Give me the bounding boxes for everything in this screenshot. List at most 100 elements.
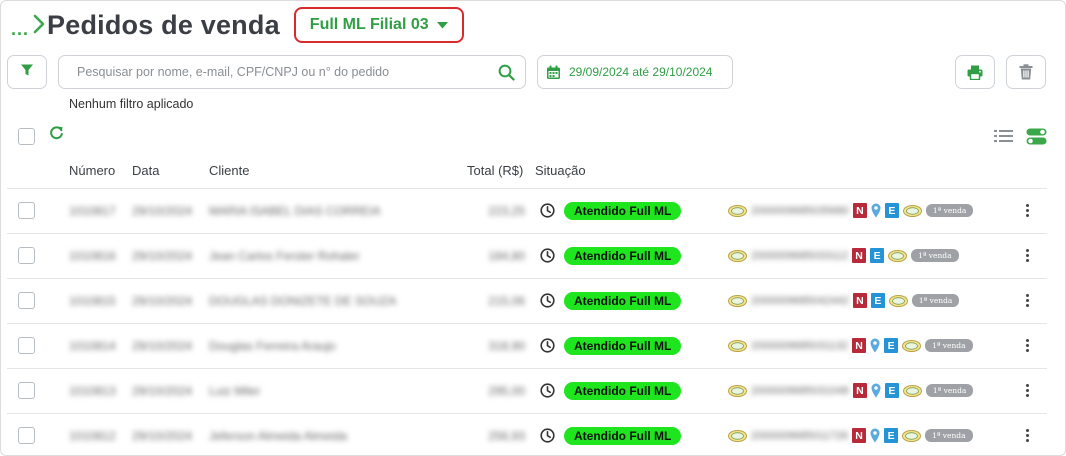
breadcrumb-ellipsis[interactable]: ...: [11, 19, 29, 40]
envio-e-icon[interactable]: E: [884, 383, 899, 398]
clock-icon: [540, 248, 555, 263]
order-number[interactable]: 1010814: [69, 323, 116, 368]
row-actions-menu-icon[interactable]: [1020, 323, 1034, 368]
row-checkbox[interactable]: [18, 337, 35, 354]
table-row[interactable]: 1010812 29/10/2024 Jeferson Almeida Alme…: [1, 413, 1061, 455]
marketplace-order-id[interactable]: 2000009685042442: [751, 295, 849, 307]
customer-name[interactable]: DOUGLAS DONIZETE DE SOUZA: [209, 278, 396, 323]
row-actions-menu-icon[interactable]: [1020, 368, 1034, 413]
marketplace-handshake-icon: [728, 204, 747, 217]
status-badge: Atendido Full ML: [564, 381, 682, 400]
envio-e-icon[interactable]: E: [884, 203, 899, 218]
order-total: 295,00: [488, 383, 525, 398]
mercado-livre-icon: [902, 429, 922, 442]
nfe-n-icon[interactable]: N: [852, 203, 867, 218]
envio-e-icon[interactable]: E: [870, 248, 885, 263]
envio-e-icon[interactable]: E: [884, 428, 899, 443]
refresh-icon[interactable]: [49, 125, 64, 140]
order-total: 184,80: [488, 248, 525, 263]
store-selector[interactable]: Full ML Filial 03: [293, 7, 464, 43]
order-date: 29/10/2024: [132, 428, 193, 443]
clock-icon: [540, 383, 555, 398]
table-row[interactable]: 1010817 29/10/2024 MARIA ISABEL DIAS COR…: [1, 188, 1061, 233]
row-checkbox[interactable]: [18, 202, 35, 219]
first-sale-tag: 1ª venda: [911, 249, 959, 262]
order-number[interactable]: 1010816: [69, 233, 116, 278]
orders-page: ... Pedidos de venda Full ML Filial 03 P…: [0, 0, 1066, 456]
order-number[interactable]: 1010813: [69, 368, 116, 413]
order-number[interactable]: 1010815: [69, 278, 116, 323]
marketplace-order-id[interactable]: 2000009685011726: [751, 430, 848, 442]
list-view-icon[interactable]: [994, 129, 1013, 143]
row-checkbox[interactable]: [18, 427, 35, 444]
nfe-n-icon[interactable]: N: [852, 248, 867, 263]
select-all-checkbox[interactable]: [18, 128, 35, 145]
customer-name[interactable]: Jeferson Almeida Almeida: [209, 413, 347, 455]
map-pin-icon[interactable]: [870, 338, 880, 353]
marketplace-handshake-icon: [728, 249, 747, 262]
filter-button[interactable]: [7, 55, 47, 89]
search-icon[interactable]: [498, 64, 515, 81]
row-actions-menu-icon[interactable]: [1020, 233, 1034, 278]
row-actions-menu-icon[interactable]: [1020, 413, 1034, 455]
mercado-livre-icon: [902, 339, 922, 352]
print-button[interactable]: [955, 55, 995, 89]
store-selector-label: Full ML Filial 03: [309, 16, 429, 33]
column-header-numero[interactable]: Número: [69, 163, 115, 178]
marketplace-order-id[interactable]: 2000009685033112: [751, 250, 848, 262]
order-number[interactable]: 1010812: [69, 413, 116, 455]
status-badge: Atendido Full ML: [564, 291, 682, 310]
order-total: 318,90: [488, 338, 525, 353]
calendar-icon: [546, 65, 561, 80]
customer-name[interactable]: Douglas Ferreira Araujo: [209, 323, 336, 368]
mercado-livre-icon: [888, 294, 908, 307]
row-checkbox[interactable]: [18, 247, 35, 264]
marketplace-handshake-icon: [728, 429, 747, 442]
column-header-data[interactable]: Data: [132, 163, 159, 178]
order-total: 215,06: [488, 293, 525, 308]
order-number[interactable]: 1010817: [69, 188, 116, 233]
toolbar: 29/09/2024 até 29/10/2024: [1, 55, 1065, 91]
customer-name[interactable]: Jean Carlos Ferster Rohaler: [209, 233, 360, 278]
marketplace-order-id[interactable]: 2000009685031132: [751, 340, 848, 352]
first-sale-tag: 1ª venda: [925, 339, 973, 352]
search-input[interactable]: [77, 65, 498, 79]
row-actions-menu-icon[interactable]: [1020, 188, 1034, 233]
map-pin-icon[interactable]: [871, 203, 881, 218]
nfe-n-icon[interactable]: N: [852, 338, 867, 353]
status-badge: Atendido Full ML: [564, 246, 682, 265]
order-total: 256,93: [488, 428, 525, 443]
trash-icon: [1019, 64, 1033, 80]
customer-name[interactable]: MARIA ISABEL DIAS CORREIA: [209, 188, 381, 233]
delete-button[interactable]: [1006, 55, 1046, 89]
marketplace-order-id[interactable]: 2000009685035680: [751, 205, 849, 217]
map-pin-icon[interactable]: [871, 383, 881, 398]
table-row[interactable]: 1010815 29/10/2024 DOUGLAS DONIZETE DE S…: [1, 278, 1061, 323]
envio-e-icon[interactable]: E: [884, 338, 899, 353]
column-header-cliente[interactable]: Cliente: [209, 163, 249, 178]
filter-status-text: Nenhum filtro aplicado: [69, 97, 194, 111]
column-header-total[interactable]: Total (R$): [467, 163, 523, 178]
row-actions-menu-icon[interactable]: [1020, 278, 1034, 323]
order-date: 29/10/2024: [132, 203, 193, 218]
row-checkbox[interactable]: [18, 382, 35, 399]
caret-down-icon: [436, 16, 448, 34]
mercado-livre-icon: [902, 384, 922, 397]
nfe-n-icon[interactable]: N: [852, 383, 867, 398]
map-pin-icon[interactable]: [870, 428, 880, 443]
marketplace-order-id[interactable]: 2000009685031048: [751, 385, 849, 397]
row-checkbox[interactable]: [18, 292, 35, 309]
toggles-view-icon[interactable]: [1026, 128, 1047, 145]
nfe-n-icon[interactable]: N: [852, 293, 867, 308]
table-row[interactable]: 1010813 29/10/2024 Luiz Miler 295,00 Ate…: [1, 368, 1061, 413]
envio-e-icon[interactable]: E: [870, 293, 885, 308]
date-range-picker[interactable]: 29/09/2024 até 29/10/2024: [537, 55, 733, 89]
column-header-situacao[interactable]: Situação: [535, 163, 586, 178]
table-row[interactable]: 1010816 29/10/2024 Jean Carlos Ferster R…: [1, 233, 1061, 278]
first-sale-tag: 1ª venda: [925, 429, 973, 442]
status-badge: Atendido Full ML: [564, 426, 682, 445]
table-row[interactable]: 1010814 29/10/2024 Douglas Ferreira Arau…: [1, 323, 1061, 368]
customer-name[interactable]: Luiz Miler: [209, 368, 260, 413]
breadcrumb-chevron-icon: [33, 14, 45, 39]
nfe-n-icon[interactable]: N: [852, 428, 867, 443]
